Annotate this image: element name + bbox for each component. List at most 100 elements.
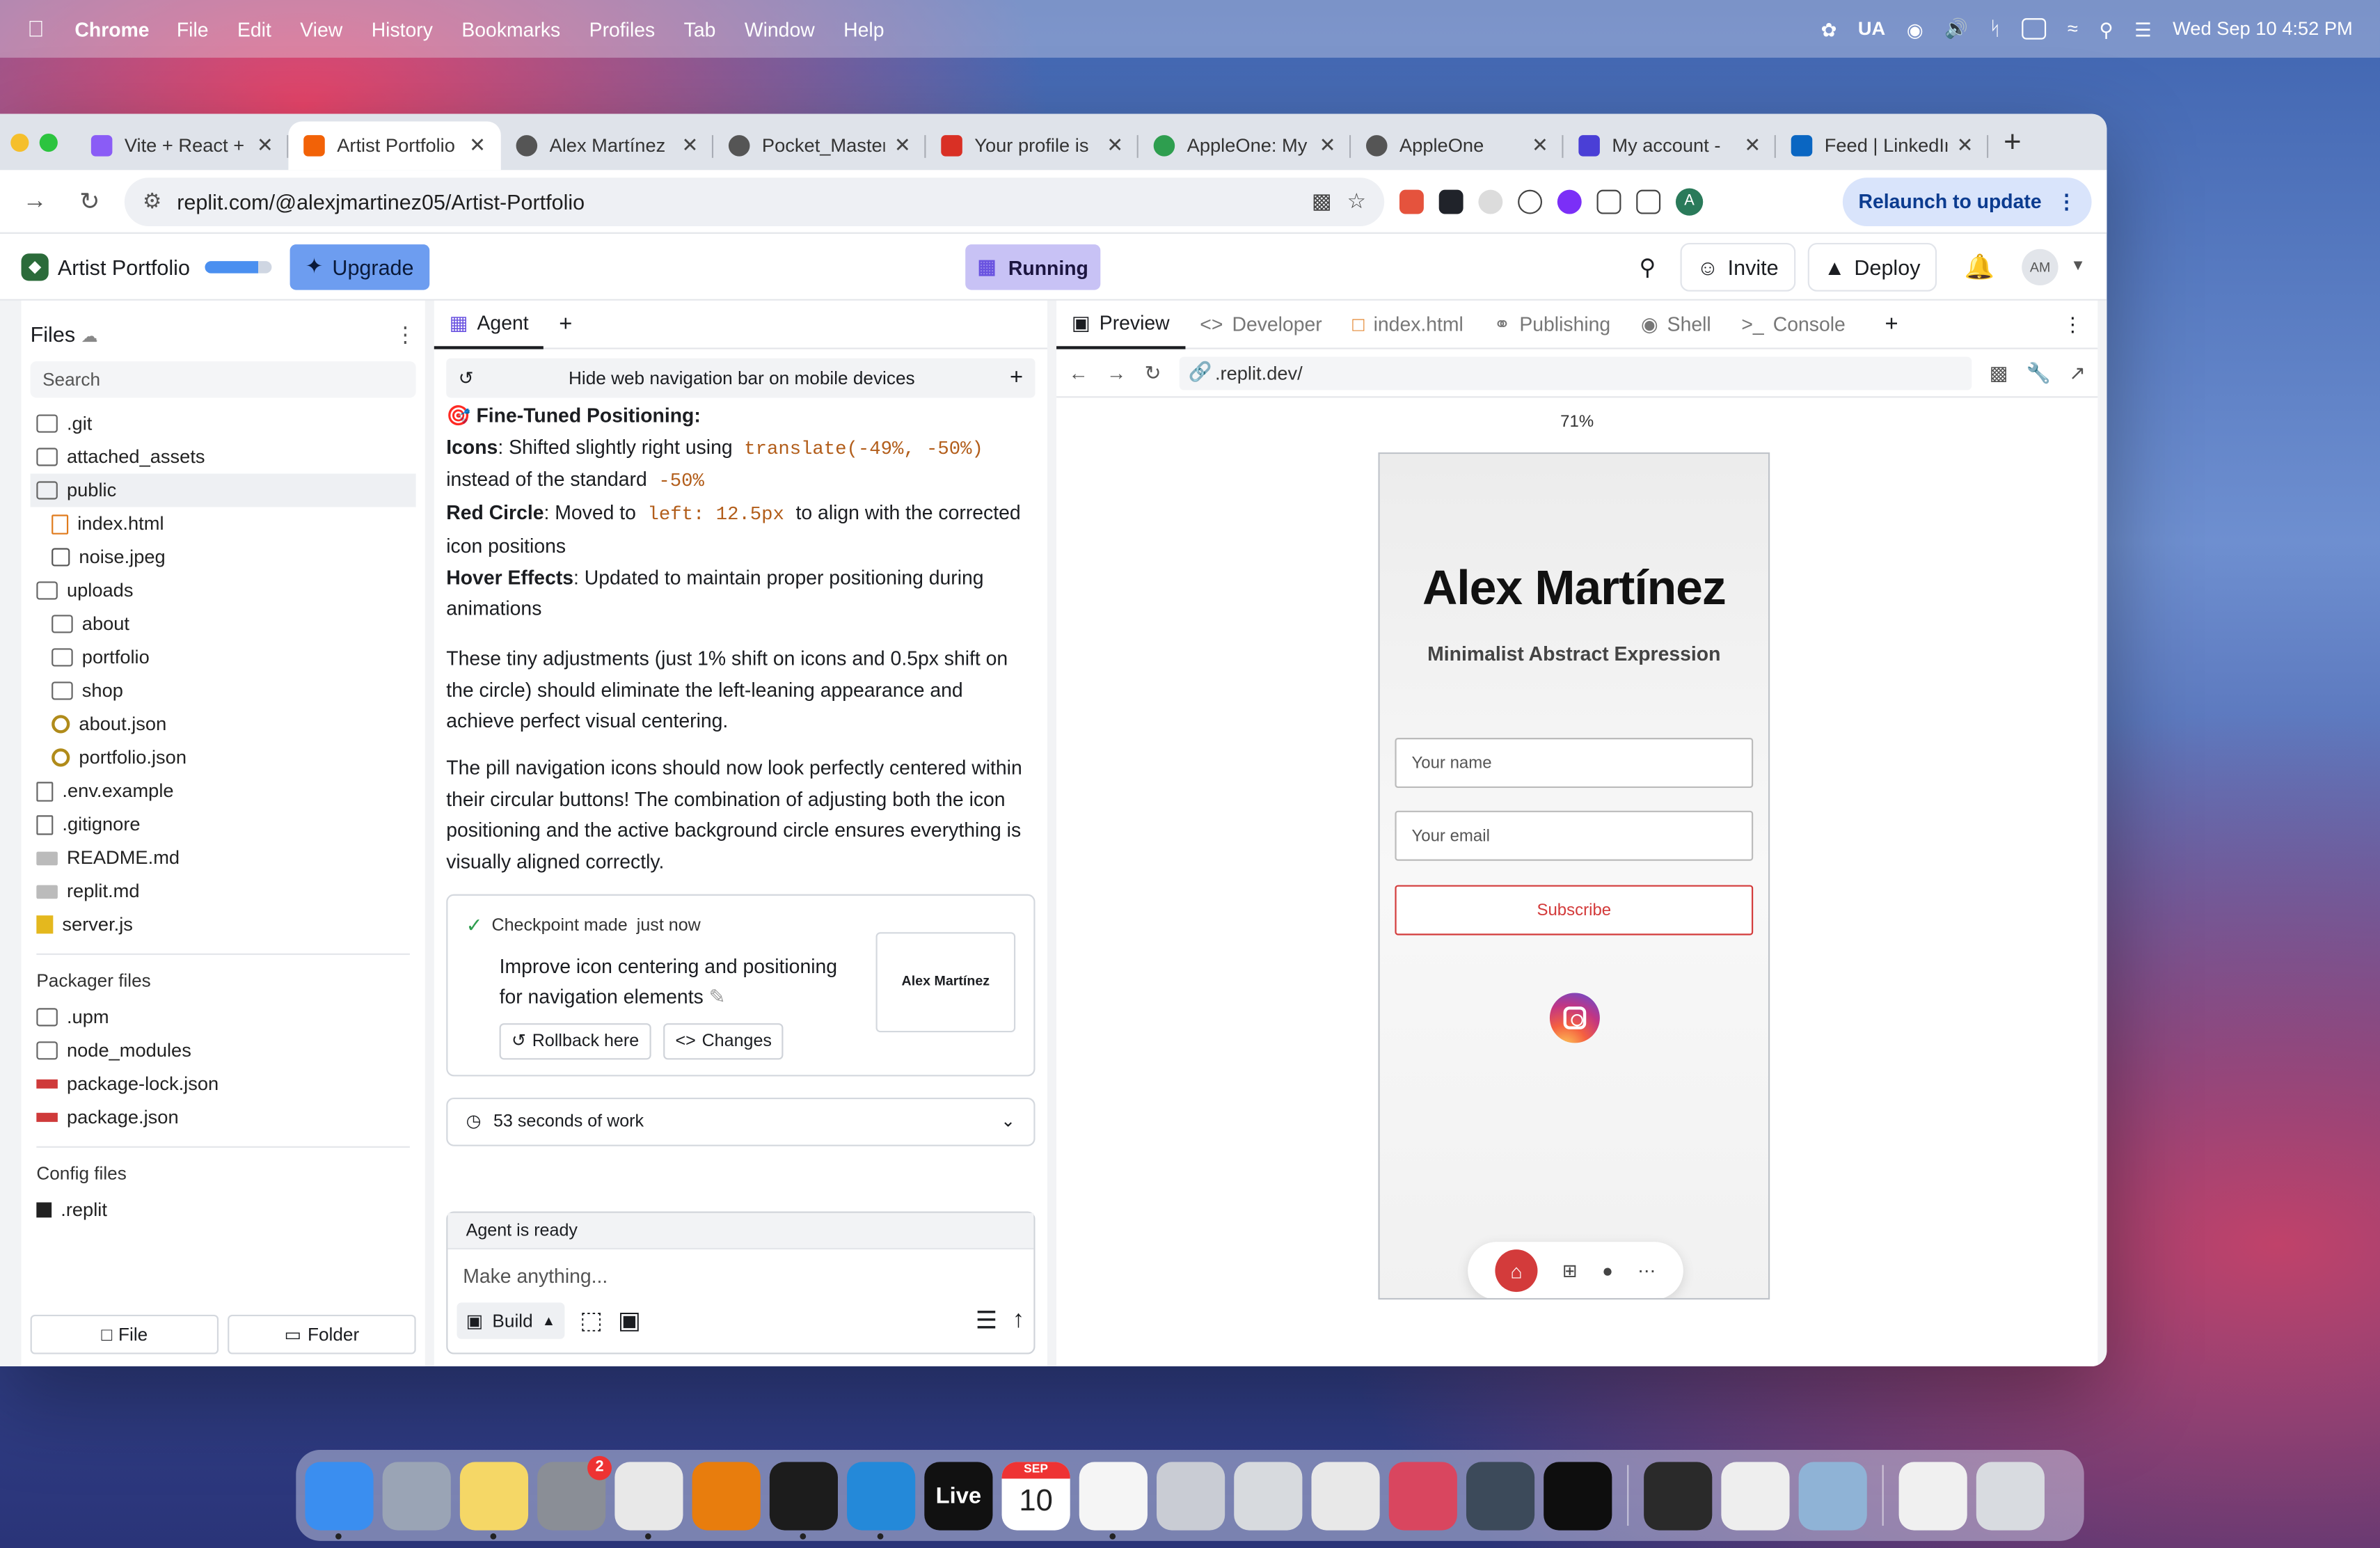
folder-item[interactable]: node_modules: [31, 1034, 416, 1067]
battery-icon[interactable]: [2022, 18, 2047, 40]
close-icon[interactable]: ✕: [257, 134, 273, 158]
menu-history[interactable]: History: [372, 17, 433, 40]
bell-icon[interactable]: 🔔: [1965, 251, 1994, 282]
file-item[interactable]: .gitignore: [31, 807, 416, 841]
more-vertical-icon[interactable]: ⋮: [395, 321, 416, 347]
file-item[interactable]: replit.md: [31, 874, 416, 908]
home-icon[interactable]: ⌂: [1495, 1249, 1538, 1293]
chevron-down-icon[interactable]: ▼: [2070, 258, 2086, 275]
omnibox[interactable]: ⚙ replit.com/@alexjmartinez05/Artist-Por…: [124, 177, 1385, 226]
menu-window[interactable]: Window: [745, 17, 815, 40]
folder-item[interactable]: shop: [31, 674, 416, 707]
dock-app-aperture[interactable]: [1644, 1461, 1713, 1530]
close-icon[interactable]: ✕: [1532, 134, 1548, 158]
tab-search-icon[interactable]: [1636, 189, 1661, 214]
dock-app-davinci-resolve[interactable]: [1466, 1461, 1535, 1530]
dock-app-chrome[interactable]: [614, 1461, 683, 1539]
menu-tab[interactable]: Tab: [684, 17, 716, 40]
build-mode-button[interactable]: ▣ Build ▲: [457, 1302, 565, 1339]
menu-bookmarks[interactable]: Bookmarks: [461, 17, 560, 40]
dock-app-launchpad[interactable]: [382, 1461, 451, 1530]
folder-item[interactable]: .git: [31, 407, 416, 441]
apple-icon[interactable]: : [27, 16, 45, 42]
extension-icon[interactable]: [1557, 189, 1582, 214]
dock-app-document[interactable]: [1898, 1461, 1967, 1530]
project-title[interactable]: Artist Portfolio: [58, 254, 190, 278]
tab-appleone[interactable]: AppleOne ✕: [1351, 121, 1564, 170]
deploy-button[interactable]: ▲ Deploy: [1807, 242, 1937, 291]
folder-item[interactable]: about: [31, 607, 416, 640]
forward-icon[interactable]: →: [15, 187, 55, 214]
extension-icon[interactable]: [1478, 189, 1503, 214]
invite-button[interactable]: ☺ Invite: [1680, 242, 1795, 291]
dock-app-blender[interactable]: [692, 1461, 761, 1530]
puzzle-icon[interactable]: [1596, 189, 1621, 214]
tab-artist-portfolio[interactable]: Artist Portfolio ✕: [288, 121, 501, 171]
file-item[interactable]: server.js: [31, 908, 416, 941]
history-icon[interactable]: ↺: [459, 363, 474, 394]
dock-app-script-editor[interactable]: [1311, 1461, 1380, 1530]
tab-index-html[interactable]: □ index.html: [1338, 300, 1479, 349]
add-tab-icon[interactable]: +: [559, 311, 572, 337]
image-icon[interactable]: ▣: [618, 1306, 641, 1336]
dock-app-terminal[interactable]: [769, 1461, 838, 1539]
forward-icon[interactable]: →: [1106, 361, 1126, 384]
external-link-icon[interactable]: ↗: [2069, 361, 2086, 385]
dock-app-live[interactable]: Live: [924, 1461, 993, 1530]
settings-sliders-icon[interactable]: ☰: [976, 1306, 997, 1336]
select-element-icon[interactable]: ⬚: [580, 1306, 603, 1336]
volume-icon[interactable]: 🔊: [1944, 17, 1968, 40]
more-horizontal-icon[interactable]: ⋯: [1637, 1260, 1656, 1281]
file-item[interactable]: portfolio.json: [31, 741, 416, 774]
changes-button[interactable]: <> Changes: [663, 1022, 784, 1060]
devices-icon[interactable]: ▩: [1990, 361, 2008, 385]
openai-status-icon[interactable]: ✿: [1820, 17, 1836, 40]
dock-app-finder[interactable]: [305, 1461, 374, 1539]
pencil-icon[interactable]: ✎: [709, 986, 726, 1009]
input-source[interactable]: UA: [1858, 18, 1885, 40]
subscribe-button[interactable]: Subscribe: [1395, 885, 1754, 935]
run-status-button[interactable]: ▦ Running: [965, 244, 1101, 290]
install-icon[interactable]: ▩: [1312, 188, 1332, 214]
reload-icon[interactable]: ↻: [1145, 361, 1161, 385]
tab-developer[interactable]: <> Developer: [1184, 300, 1337, 349]
dock-app-vs-code[interactable]: [847, 1461, 916, 1539]
folder-item[interactable]: portfolio: [31, 640, 416, 674]
name-field[interactable]: Your name: [1395, 738, 1754, 789]
tab-appleone-my[interactable]: AppleOne: My ✕: [1139, 121, 1351, 170]
chrome-profile-avatar[interactable]: A: [1675, 187, 1704, 215]
close-icon[interactable]: ✕: [1106, 134, 1123, 158]
menubar-app-name[interactable]: Chrome: [74, 17, 149, 40]
bluetooth-icon[interactable]: ᛋ: [1990, 18, 2001, 40]
menu-help[interactable]: Help: [843, 17, 884, 40]
wrench-icon[interactable]: 🔧: [2026, 361, 2051, 385]
file-item[interactable]: package-lock.json: [31, 1067, 416, 1100]
menu-file[interactable]: File: [177, 17, 209, 40]
control-center-icon[interactable]: ☰: [2134, 17, 2151, 40]
file-item[interactable]: package.json: [31, 1100, 416, 1134]
user-avatar[interactable]: AM: [2022, 248, 2058, 285]
menubar-clock[interactable]: Wed Sep 10 4:52 PM: [2173, 18, 2353, 40]
preview-url-input[interactable]: 🔗 .replit.dev/: [1179, 356, 1972, 390]
close-icon[interactable]: ✕: [1957, 134, 1974, 158]
close-icon[interactable]: ✕: [682, 134, 699, 158]
new-chat-icon[interactable]: +: [1010, 363, 1023, 394]
email-field[interactable]: Your email: [1395, 810, 1754, 861]
file-item[interactable]: .env.example: [31, 774, 416, 807]
wifi-icon[interactable]: ≈: [2068, 18, 2078, 40]
tab-vite[interactable]: Vite + React + ✕: [76, 121, 289, 170]
folder-item[interactable]: uploads: [31, 574, 416, 607]
tab-console[interactable]: >_ Console: [1727, 300, 1861, 349]
new-file-button[interactable]: □ File: [30, 1314, 219, 1354]
file-item[interactable]: .replit: [31, 1193, 416, 1226]
close-icon[interactable]: ✕: [894, 134, 911, 158]
menu-edit[interactable]: Edit: [237, 17, 271, 40]
close-icon[interactable]: ✕: [1744, 134, 1761, 158]
dock-app-system-settings[interactable]: 2: [537, 1455, 612, 1530]
omnibox-url[interactable]: replit.com/@alexjmartinez05/Artist-Portf…: [177, 189, 1296, 214]
more-vertical-icon[interactable]: ⋮: [2056, 189, 2076, 214]
search-icon[interactable]: ⚲: [1640, 253, 1656, 280]
react-devtools-icon[interactable]: [1438, 189, 1463, 214]
spotlight-icon[interactable]: ⚲: [2100, 17, 2113, 40]
extension-icon[interactable]: [1399, 189, 1424, 214]
